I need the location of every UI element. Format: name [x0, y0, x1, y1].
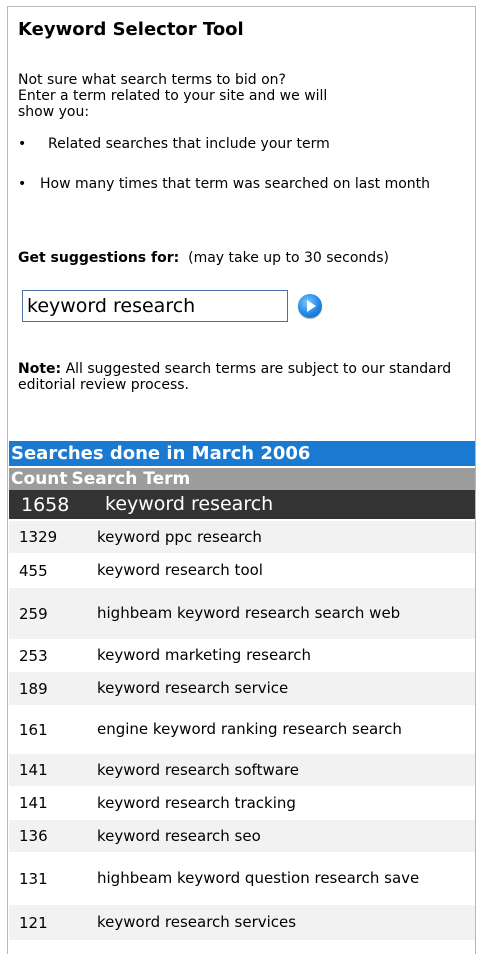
result-term: keyword marketing research — [97, 646, 311, 664]
intro-line-3: show you: — [18, 104, 90, 120]
note-label: Note: — [18, 361, 62, 377]
bullet-search-count: • How many times that term was searched o… — [18, 176, 463, 192]
result-count: 253 — [19, 646, 48, 665]
result-row[interactable]: 121 keyword research services — [9, 905, 475, 941]
result-row[interactable]: 1329 keyword ppc research — [9, 521, 475, 554]
result-term: keyword research seo — [97, 826, 261, 845]
keyword-input-box[interactable] — [22, 290, 288, 322]
keyword-selector-panel: Keyword Selector Tool Not sure what sear… — [7, 6, 476, 954]
intro-line-2: Enter a term related to your site and we… — [18, 88, 328, 104]
result-row[interactable]: 161 engine keyword ranking research sear… — [9, 706, 475, 754]
result-term: keyword ppc research — [97, 527, 262, 546]
suggest-label-row: Get suggestions for: (may take up to 30 … — [18, 250, 458, 266]
result-term: keyword research — [105, 493, 274, 515]
result-row[interactable]: 136 keyword research seo — [9, 820, 475, 853]
result-count: 455 — [19, 561, 48, 580]
result-row[interactable]: 131 highbeam keyword question research s… — [9, 853, 475, 905]
result-row[interactable]: 141 keyword research software — [9, 754, 475, 787]
result-term: highbeam keyword question research save — [97, 869, 420, 887]
result-term: keyword research services — [97, 913, 297, 931]
get-suggestions-label: Get suggestions for: — [18, 250, 180, 266]
bullet-text: Related searches that include your term — [48, 136, 330, 152]
result-row[interactable]: 455 keyword research tool — [9, 554, 475, 588]
go-button[interactable] — [298, 294, 322, 318]
bullet-text: How many times that term was searched on… — [40, 176, 431, 192]
result-count: 1658 — [21, 493, 70, 516]
editorial-note: Note: All suggested search terms are sub… — [18, 361, 458, 393]
bullet-dot-icon: • — [18, 136, 27, 152]
column-header-term: Search Term — [71, 469, 191, 489]
intro-line-1: Not sure what search terms to bid on? — [18, 72, 286, 88]
result-row[interactable]: 259 highbeam keyword research search web — [9, 588, 475, 640]
results-header: Searches done in March 2006 — [9, 441, 475, 466]
result-count: 189 — [19, 679, 48, 698]
result-row[interactable]: 253 keyword marketing research — [9, 640, 475, 672]
result-term: keyword research software — [97, 760, 299, 779]
note-text: All suggested search terms are subject t… — [18, 361, 452, 393]
result-count: 141 — [19, 794, 48, 812]
result-term: engine keyword ranking research search — [97, 720, 402, 738]
result-count: 161 — [19, 720, 48, 739]
bullet-dot-icon: • — [18, 176, 27, 192]
result-count: 121 — [19, 913, 48, 932]
suggest-time-note: (may take up to 30 seconds) — [188, 250, 389, 266]
result-count: 141 — [19, 761, 48, 779]
result-count: 136 — [19, 827, 48, 845]
result-term: keyword research tool — [97, 561, 263, 579]
result-row[interactable]: 141 keyword research tracking — [9, 787, 475, 820]
column-header-row: Count Search Term — [9, 468, 475, 490]
keyword-input[interactable] — [23, 291, 285, 321]
result-term: highbeam keyword research search web — [97, 604, 401, 622]
result-term: keyword research tracking — [97, 793, 296, 812]
result-row[interactable]: 189 keyword research service — [9, 672, 475, 706]
arrow-right-icon — [307, 300, 316, 312]
result-count: 131 — [19, 869, 48, 888]
bullet-related-searches: • Related searches that include your term — [18, 136, 463, 152]
result-row[interactable]: 1658 keyword research — [9, 490, 475, 520]
result-term: keyword research service — [97, 679, 289, 697]
result-count: 1329 — [19, 528, 58, 546]
panel-title: Keyword Selector Tool — [18, 19, 244, 40]
result-count: 259 — [19, 604, 48, 623]
column-header-count: Count — [11, 469, 68, 489]
